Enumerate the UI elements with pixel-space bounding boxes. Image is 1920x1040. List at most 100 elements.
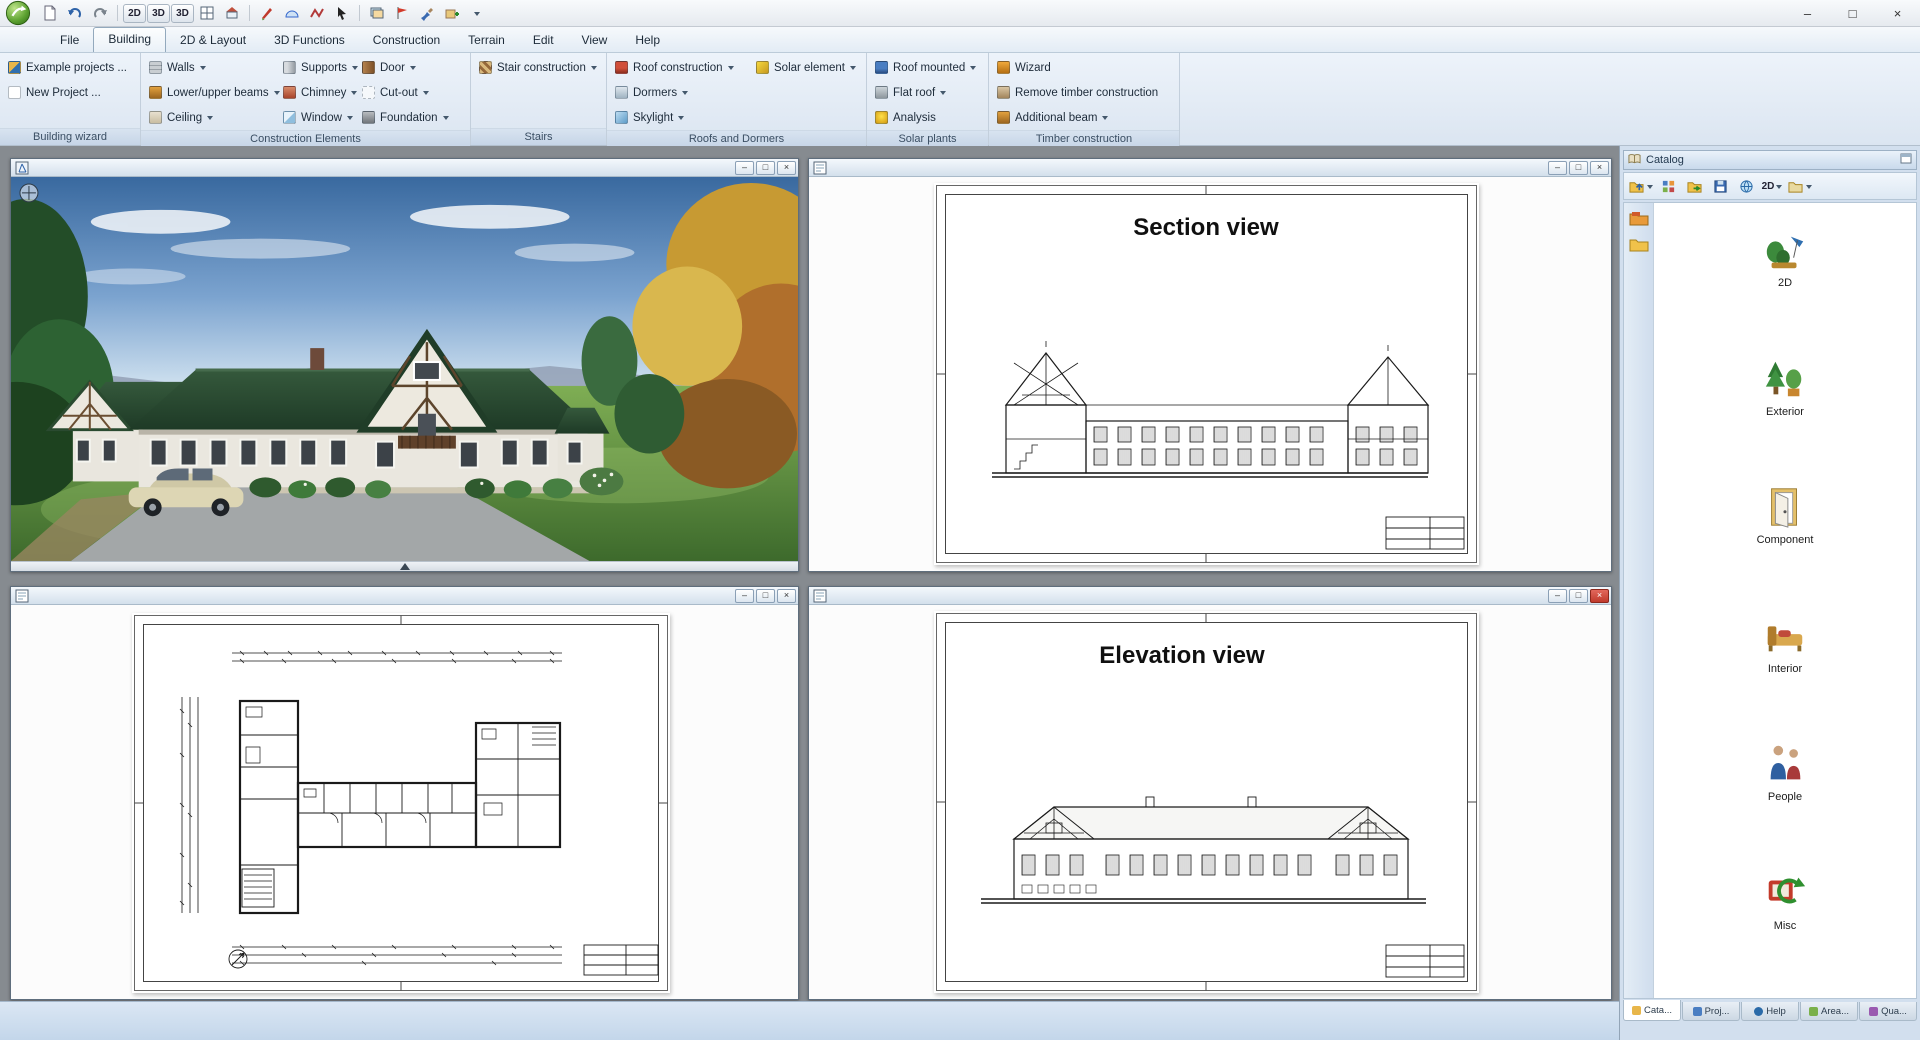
solar-element-button[interactable]: Solar element xyxy=(751,55,863,80)
3d-render-area[interactable] xyxy=(11,177,798,571)
tab-building[interactable]: Building xyxy=(93,27,166,52)
viewport-maximize-button[interactable]: □ xyxy=(1569,161,1588,175)
roof-mounted-button[interactable]: Roof mounted xyxy=(870,55,981,80)
catalog-tab-help[interactable]: Help xyxy=(1741,1002,1799,1021)
walls-button[interactable]: Walls xyxy=(144,55,277,80)
viewport-minimize-button[interactable]: – xyxy=(735,161,754,175)
viewport-minimize-button[interactable]: – xyxy=(1548,589,1567,603)
viewport-close-button[interactable]: × xyxy=(1590,161,1609,175)
viewport-titlebar[interactable]: – □ × xyxy=(809,587,1611,605)
catalog-import-button[interactable] xyxy=(1708,175,1732,197)
viewport-close-button[interactable]: × xyxy=(1590,589,1609,603)
viewport-section[interactable]: – □ × Section view xyxy=(808,158,1612,572)
cut-out-button[interactable]: Cut-out xyxy=(357,80,467,105)
ceiling-button[interactable]: Ceiling xyxy=(144,105,277,130)
view-3d-button[interactable]: 3D xyxy=(147,4,170,23)
skylight-button[interactable]: Skylight xyxy=(610,105,750,130)
measure-tool-button[interactable] xyxy=(280,2,304,24)
view-3d-window-button[interactable]: 3D xyxy=(171,4,194,23)
roof-construction-button[interactable]: Roof construction xyxy=(610,55,750,80)
catalog-item-component[interactable]: Component xyxy=(1725,484,1845,613)
viewport-maximize-button[interactable]: □ xyxy=(756,161,775,175)
viewport-titlebar[interactable]: – □ × xyxy=(11,587,798,605)
red-pen-button[interactable] xyxy=(255,2,279,24)
viewport-elevation[interactable]: – □ × Elevation view xyxy=(808,586,1612,1000)
door-button[interactable]: Door xyxy=(357,55,467,80)
catalog-item-people[interactable]: People xyxy=(1725,741,1845,870)
viewport-minimize-button[interactable]: – xyxy=(735,589,754,603)
elevation-sheet-area[interactable]: Elevation view xyxy=(809,605,1611,999)
viewport-minimize-button[interactable]: – xyxy=(1548,161,1567,175)
close-button[interactable]: × xyxy=(1875,0,1920,26)
viewport-titlebar[interactable]: – □ × xyxy=(11,159,798,177)
foundation-button[interactable]: Foundation xyxy=(357,105,467,130)
analysis-button[interactable]: Analysis xyxy=(870,105,981,130)
catalog-web-button[interactable] xyxy=(1734,175,1758,197)
catalog-item-2d[interactable]: 2D xyxy=(1725,227,1845,356)
grid-view-button[interactable] xyxy=(195,2,219,24)
catalog-2d-filter-button[interactable]: 2D xyxy=(1760,175,1784,197)
viewport-3d[interactable]: – □ × xyxy=(10,158,799,572)
3d-render[interactable] xyxy=(11,177,798,561)
stair-construction-button[interactable]: Stair construction xyxy=(474,55,602,80)
lower-upper-beams-button[interactable]: Lower/upper beams xyxy=(144,80,277,105)
tab-file[interactable]: File xyxy=(46,29,93,52)
catalog-header[interactable]: Catalog xyxy=(1623,150,1917,170)
catalog-item-exterior[interactable]: Exterior xyxy=(1725,356,1845,485)
redo-button[interactable] xyxy=(88,2,112,24)
section-view-button[interactable] xyxy=(220,2,244,24)
orbit-widget-icon[interactable] xyxy=(20,184,38,202)
flag-button[interactable] xyxy=(390,2,414,24)
layers-button[interactable] xyxy=(365,2,389,24)
3d-rotation-slider[interactable] xyxy=(11,561,798,571)
catalog-open-folder-button[interactable] xyxy=(1682,175,1706,197)
catalog-tab-quantities[interactable]: Qua... xyxy=(1859,1002,1917,1021)
minimize-button[interactable]: – xyxy=(1785,0,1830,26)
view-2d-button[interactable]: 2D xyxy=(123,4,146,23)
viewport-maximize-button[interactable]: □ xyxy=(1569,589,1588,603)
select-tool-button[interactable] xyxy=(330,2,354,24)
floorplan-sheet-area[interactable] xyxy=(11,605,798,999)
catalog-item-interior[interactable]: Interior xyxy=(1725,613,1845,742)
wizard-button[interactable]: Wizard xyxy=(992,55,1163,80)
tab-construction[interactable]: Construction xyxy=(359,29,454,52)
catalog-dock-button[interactable] xyxy=(1900,153,1912,167)
remove-timber-construction-button[interactable]: Remove timber construction xyxy=(992,80,1163,105)
add-component-button[interactable] xyxy=(440,2,464,24)
undo-button[interactable] xyxy=(63,2,87,24)
new-project-button[interactable]: New Project ... xyxy=(3,80,132,105)
chimney-button[interactable]: Chimney xyxy=(278,80,356,105)
catalog-up-button[interactable] xyxy=(1627,175,1654,197)
catalog-tab-area[interactable]: Area... xyxy=(1800,1002,1858,1021)
window-button[interactable]: Window xyxy=(278,105,356,130)
toolbar-options-button[interactable] xyxy=(465,2,489,24)
dormers-button[interactable]: Dormers xyxy=(610,80,750,105)
catalog-root-folder-icon[interactable] xyxy=(1629,211,1649,227)
styles-brush-button[interactable] xyxy=(415,2,439,24)
viewport-close-button[interactable]: × xyxy=(777,161,796,175)
catalog-view-mode-button[interactable] xyxy=(1656,175,1680,197)
flat-roof-button[interactable]: Flat roof xyxy=(870,80,981,105)
catalog-menu-button[interactable] xyxy=(1786,175,1813,197)
additional-beam-button[interactable]: Additional beam xyxy=(992,105,1163,130)
polyline-tool-button[interactable] xyxy=(305,2,329,24)
tab-3d-functions[interactable]: 3D Functions xyxy=(260,29,359,52)
catalog-item-misc[interactable]: Misc xyxy=(1725,870,1845,999)
supports-button[interactable]: Supports xyxy=(278,55,356,80)
catalog-tab-catalog[interactable]: Cata... xyxy=(1623,1000,1681,1021)
new-document-button[interactable] xyxy=(38,2,62,24)
viewport-maximize-button[interactable]: □ xyxy=(756,589,775,603)
example-projects-button[interactable]: Example projects ... xyxy=(3,55,132,80)
tab-edit[interactable]: Edit xyxy=(519,29,568,52)
maximize-button[interactable]: □ xyxy=(1830,0,1875,26)
tab-terrain[interactable]: Terrain xyxy=(454,29,519,52)
slider-knob-icon[interactable] xyxy=(400,563,410,570)
catalog-subfolder-icon[interactable] xyxy=(1629,237,1649,253)
viewport-titlebar[interactable]: – □ × xyxy=(809,159,1611,177)
tab-help[interactable]: Help xyxy=(621,29,674,52)
app-menu-button[interactable] xyxy=(5,0,31,26)
section-sheet-area[interactable]: Section view xyxy=(809,177,1611,571)
viewport-close-button[interactable]: × xyxy=(777,589,796,603)
tab-2d-layout[interactable]: 2D & Layout xyxy=(166,29,260,52)
catalog-tab-project[interactable]: Proj... xyxy=(1682,1002,1740,1021)
